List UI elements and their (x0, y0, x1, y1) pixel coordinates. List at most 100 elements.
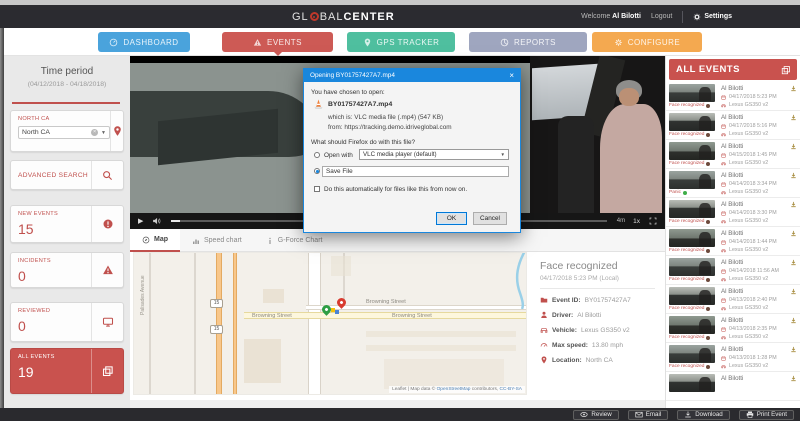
event-list-item[interactable]: Face recognized Al Bilotti 04/17/2018 5:… (666, 82, 800, 111)
car-icon (721, 248, 726, 253)
event-date-row: 04/17/2018 5:16 PM (721, 123, 777, 129)
download-icon[interactable] (790, 317, 797, 324)
download-icon[interactable] (790, 259, 797, 266)
open-with-select[interactable]: VLC media player (default) ▼ (359, 149, 509, 160)
driver-face (619, 88, 639, 106)
search-button[interactable] (91, 161, 123, 189)
download-icon[interactable] (790, 288, 797, 295)
event-vehicle-row: Lexus GS350 v2 (721, 131, 768, 137)
event-thumbnail[interactable] (669, 345, 715, 363)
divider (12, 102, 120, 104)
play-button[interactable]: ▶ (138, 217, 143, 225)
event-thumbnail[interactable] (669, 113, 715, 131)
event-list-item[interactable]: Panic Al Bilotti 04/14/2018 3:34 PM Lexu… (666, 169, 800, 198)
nav-reports-button[interactable]: REPORTS (469, 32, 587, 52)
volume-icon[interactable] (152, 217, 161, 225)
event-thumbnail[interactable] (669, 258, 715, 276)
close-icon[interactable]: × (509, 71, 514, 80)
counter-incidents[interactable]: INCIDENTS 0 (10, 252, 124, 288)
counter-all-events[interactable]: ALL EVENTS 19 (10, 348, 124, 394)
event-list-item[interactable]: Face recognized Al Bilotti 04/14/2018 3:… (666, 198, 800, 227)
nav-dashboard-button[interactable]: DASHBOARD (98, 32, 190, 52)
event-vehicle-row: Lexus GS350 v2 (721, 334, 768, 340)
event-thumbnail[interactable] (669, 316, 715, 334)
download-button[interactable]: Download (677, 410, 730, 420)
event-list-item[interactable]: Face recognized Al Bilotti 04/13/2018 2:… (666, 285, 800, 314)
advanced-search-card[interactable]: ADVANCED SEARCH (10, 160, 124, 190)
event-tag-icon (706, 104, 710, 108)
download-icon[interactable] (790, 143, 797, 150)
download-icon[interactable] (790, 172, 797, 179)
event-list-item[interactable]: Face recognized Al Bilotti 04/14/2018 1:… (666, 227, 800, 256)
event-thumbnail[interactable] (669, 200, 715, 218)
save-file-radio[interactable] (314, 168, 320, 174)
map-marker-blue[interactable] (335, 310, 339, 314)
map-canvas[interactable]: 15 15 Browning Street Browning Street Br… (133, 252, 527, 395)
license-link[interactable]: CC-BY-SA (500, 387, 522, 392)
warning-triangle-icon (253, 38, 262, 47)
counter-new-events[interactable]: NEW EVENTS 15 (10, 205, 124, 243)
nav-gps-tracker-button[interactable]: GPS TRACKER (347, 32, 455, 52)
review-button[interactable]: Review (573, 410, 618, 420)
location-pin-icon (540, 356, 548, 364)
dialog-question: What should Firefox do with this file? (311, 139, 415, 146)
event-tag: Face recognized (669, 335, 710, 340)
event-thumbnail[interactable] (669, 171, 715, 189)
download-icon[interactable] (790, 375, 797, 382)
nav-configure-button[interactable]: CONFIGURE (592, 32, 702, 52)
clear-selection-icon[interactable]: × (91, 129, 98, 136)
filter-sidebar: Time period (04/12/2018 - 04/18/2018) NO… (4, 56, 130, 408)
print-event-button[interactable]: Print Event (739, 410, 794, 420)
openstreetmap-link[interactable]: OpenStreetMap (437, 387, 471, 392)
ok-button[interactable]: OK (436, 212, 467, 225)
compass-icon (142, 236, 150, 244)
download-icon[interactable] (790, 346, 797, 353)
email-button[interactable]: Email (628, 410, 668, 420)
tab-speed-chart[interactable]: Speed chart (180, 229, 254, 252)
open-with-radio[interactable] (314, 152, 320, 158)
event-tag: Face recognized (669, 364, 710, 369)
event-list-item[interactable]: Al Bilotti (666, 372, 800, 401)
playback-rate-button[interactable]: 1x (633, 218, 640, 225)
map-highway (216, 253, 222, 395)
advanced-search-label: ADVANCED SEARCH (18, 172, 88, 179)
download-icon[interactable] (790, 230, 797, 237)
event-thumbnail[interactable] (669, 84, 715, 102)
cancel-button[interactable]: Cancel (473, 212, 507, 225)
event-list-item[interactable]: Face recognized Al Bilotti 04/15/2018 1:… (666, 140, 800, 169)
download-icon[interactable] (790, 114, 797, 121)
event-thumbnail[interactable] (669, 229, 715, 247)
download-icon[interactable] (790, 201, 797, 208)
event-driver-name: Al Bilotti (721, 346, 743, 353)
event-tag-icon (706, 278, 710, 282)
event-detail-panel: Face recognized 04/17/2018 5:23 PM (Loca… (530, 252, 665, 395)
counter-label: NEW EVENTS (18, 211, 91, 217)
event-driver-name: Al Bilotti (721, 172, 743, 179)
event-thumbnail[interactable] (669, 287, 715, 305)
logout-link[interactable]: Logout (651, 13, 672, 20)
event-list-item[interactable]: Face recognized Al Bilotti 04/13/2018 2:… (666, 314, 800, 343)
search-icon (102, 170, 113, 181)
download-icon[interactable] (790, 85, 797, 92)
event-list-item[interactable]: Face recognized Al Bilotti 04/17/2018 5:… (666, 111, 800, 140)
event-driver-name: Al Bilotti (721, 317, 743, 324)
car-icon (540, 326, 548, 334)
tab-map[interactable]: Map (130, 229, 180, 252)
save-file-option[interactable]: Save File (322, 166, 509, 177)
event-list-item[interactable]: Face recognized Al Bilotti 04/13/2018 1:… (666, 343, 800, 372)
event-list-item[interactable]: Face recognized Al Bilotti 04/14/2018 11… (666, 256, 800, 285)
divider (540, 288, 655, 289)
fullscreen-icon[interactable] (649, 217, 657, 225)
car-icon (721, 132, 726, 137)
nav-events-button[interactable]: EVENTS (222, 32, 333, 52)
region-pin-button[interactable] (110, 111, 123, 151)
event-tag: Panic (669, 190, 687, 195)
do-automatically-checkbox[interactable] (314, 186, 320, 192)
copy-stack-icon[interactable] (781, 65, 791, 75)
region-select[interactable]: North CA × ▼ (18, 126, 110, 139)
event-thumbnail[interactable] (669, 142, 715, 160)
dialog-title-bar[interactable]: Opening BY01757427A7.mp4 × (304, 69, 520, 82)
counter-reviewed[interactable]: REVIEWED 0 (10, 302, 124, 342)
event-thumbnail[interactable] (669, 374, 715, 392)
settings-link[interactable]: Settings (693, 13, 732, 21)
